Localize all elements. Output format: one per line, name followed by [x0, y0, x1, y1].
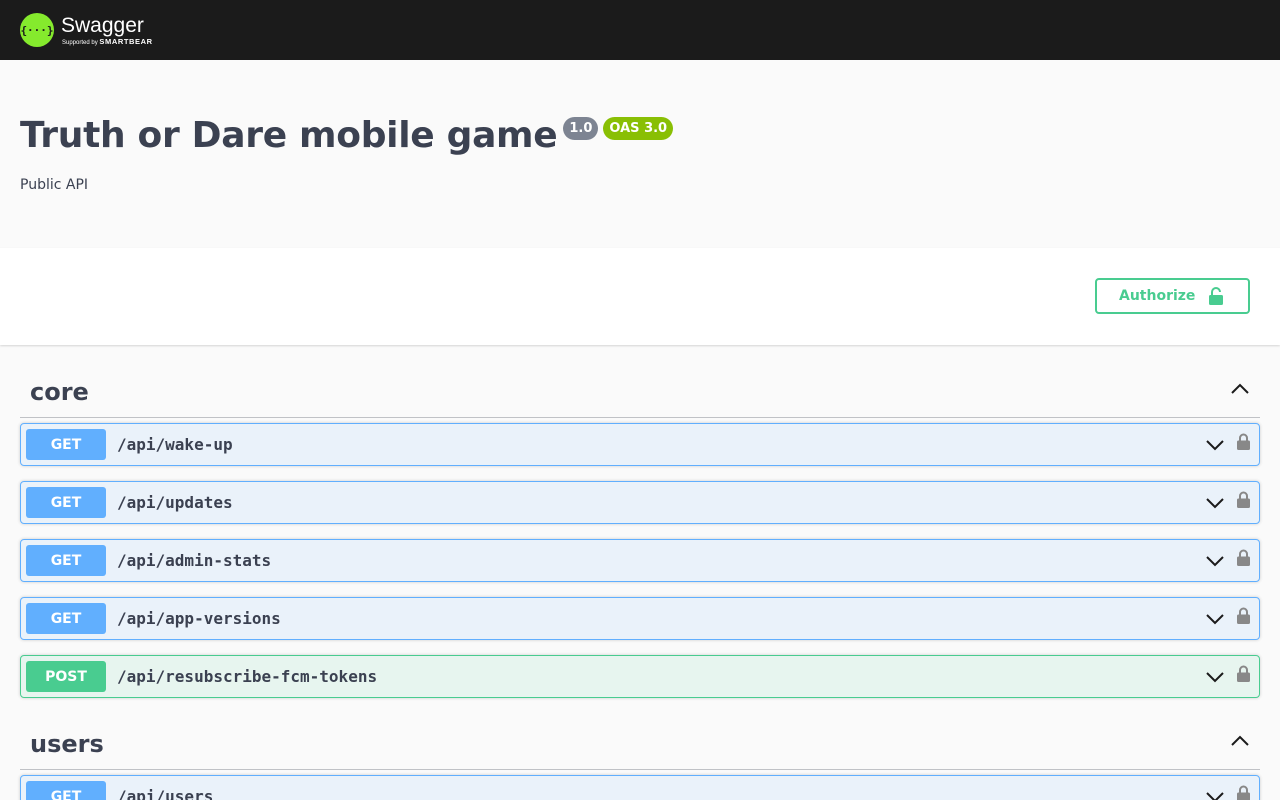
chevron-up-icon[interactable] [1230, 379, 1250, 399]
brand-name: Swagger [61, 13, 144, 37]
operation-path: /api/updates [117, 493, 233, 512]
tag-header-core[interactable]: core [20, 345, 1260, 418]
operations-list: GET /api/wake-up GET /api/updates GET /a… [20, 418, 1260, 698]
lock-icon[interactable] [1235, 607, 1251, 624]
oas-badge: OAS 3.0 [603, 117, 674, 140]
authorize-button[interactable]: Authorize [1095, 278, 1250, 314]
lock-icon[interactable] [1235, 491, 1251, 508]
chevron-down-icon[interactable] [1205, 555, 1225, 567]
operation-path: /api/admin-stats [117, 551, 272, 570]
chevron-down-icon[interactable] [1205, 791, 1225, 800]
operation-get-updates[interactable]: GET /api/updates [20, 481, 1260, 524]
method-badge: GET [26, 429, 106, 460]
method-badge: GET [26, 545, 106, 576]
logo-text: Swagger Supported by SMARTBEAR [61, 15, 153, 46]
operation-get-admin-stats[interactable]: GET /api/admin-stats [20, 539, 1260, 582]
operations-list: GET /api/users [20, 770, 1260, 800]
method-badge: GET [26, 781, 106, 800]
authorize-label: Authorize [1119, 288, 1196, 304]
tag-section-core: core GET /api/wake-up GET /api/updates G… [0, 345, 1280, 698]
smartbear-text: SMARTBEAR [99, 36, 153, 46]
chevron-down-icon[interactable] [1205, 497, 1225, 509]
tag-name: users [30, 730, 104, 758]
method-badge: GET [26, 487, 106, 518]
lock-open-icon [1209, 287, 1224, 305]
operation-get-users[interactable]: GET /api/users [20, 775, 1260, 800]
operation-post-resubscribe-fcm-tokens[interactable]: POST /api/resubscribe-fcm-tokens [20, 655, 1260, 698]
operation-path: /api/app-versions [117, 609, 281, 628]
lock-icon[interactable] [1235, 665, 1251, 682]
lock-icon[interactable] [1235, 549, 1251, 566]
api-description: Public API [20, 177, 89, 193]
chevron-down-icon[interactable] [1205, 613, 1225, 625]
operation-get-app-versions[interactable]: GET /api/app-versions [20, 597, 1260, 640]
scheme-container: Authorize [0, 248, 1280, 345]
chevron-down-icon[interactable] [1205, 439, 1225, 451]
operation-path: /api/wake-up [117, 435, 233, 454]
swagger-logo[interactable]: {···} Swagger Supported by SMARTBEAR [20, 13, 153, 47]
chevron-up-icon[interactable] [1230, 731, 1250, 751]
operation-path: /api/resubscribe-fcm-tokens [117, 667, 378, 686]
supported-by-text: Supported by [62, 39, 98, 46]
tag-name: core [30, 378, 89, 406]
supported-by: Supported by SMARTBEAR [62, 36, 153, 46]
operation-path: /api/users [117, 787, 214, 800]
method-badge: POST [26, 661, 106, 692]
tag-section-users: users GET /api/users [0, 713, 1280, 800]
swagger-logo-icon: {···} [20, 13, 54, 47]
top-bar: {···} Swagger Supported by SMARTBEAR [0, 0, 1280, 60]
version-badge: 1.0 [563, 117, 599, 140]
api-info: Truth or Dare mobile game 1.0 OAS 3.0 Pu… [0, 60, 1280, 248]
chevron-down-icon[interactable] [1205, 671, 1225, 683]
lock-icon[interactable] [1235, 433, 1251, 450]
lock-icon[interactable] [1235, 785, 1251, 800]
tag-header-users[interactable]: users [20, 713, 1260, 770]
title-row: Truth or Dare mobile game 1.0 OAS 3.0 [20, 115, 1260, 157]
method-badge: GET [26, 603, 106, 634]
api-title: Truth or Dare mobile game [20, 115, 558, 156]
operation-get-wake-up[interactable]: GET /api/wake-up [20, 423, 1260, 466]
